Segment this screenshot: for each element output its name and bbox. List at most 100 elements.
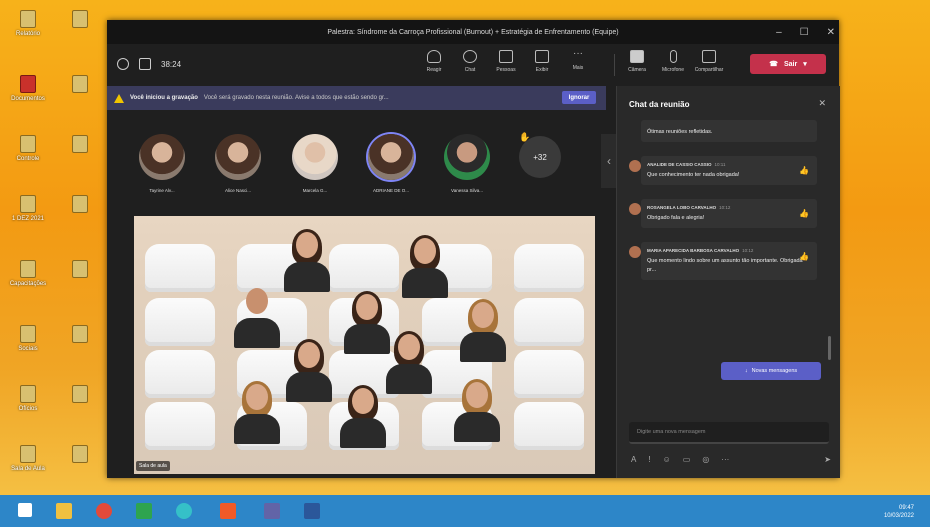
- gif-icon[interactable]: ▭: [683, 455, 691, 464]
- view-button[interactable]: Exibir: [527, 50, 557, 73]
- close-icon[interactable]: ✕: [827, 27, 835, 38]
- people-icon: [499, 50, 513, 63]
- dismiss-button[interactable]: Ignorar: [562, 91, 596, 104]
- desktop-icon[interactable]: Sala de Aula: [4, 445, 52, 472]
- video-participant: [286, 339, 332, 404]
- desktop-icon[interactable]: [56, 195, 104, 216]
- taskbar: 09:47 10/03/2022: [0, 495, 930, 527]
- participant-tile[interactable]: Vanessa Silva...: [442, 134, 492, 193]
- participant-strip: Tayrine Alv... Alice Nasci... Marcela G.…: [107, 110, 617, 218]
- sticker-icon[interactable]: ◎: [702, 455, 709, 464]
- participant-tile[interactable]: ADRIANE DE O...: [366, 134, 416, 193]
- meeting-toolbar: 38:24 Reagir Chat Pessoas Exibir ··· Mais…: [107, 44, 839, 86]
- grid-icon[interactable]: [139, 58, 151, 70]
- app-icon[interactable]: [136, 503, 152, 519]
- media-icon[interactable]: [220, 503, 236, 519]
- toolbar-divider: [614, 54, 615, 76]
- participant-tile[interactable]: Marcela G...: [290, 134, 340, 193]
- desktop-icon[interactable]: [56, 10, 104, 31]
- thumbs-up-icon[interactable]: 👍: [799, 166, 809, 175]
- desktop-icon[interactable]: 1 DEZ 2021: [4, 195, 52, 222]
- format-icon[interactable]: A: [631, 455, 636, 464]
- chrome-icon[interactable]: [96, 503, 112, 519]
- shield-icon[interactable]: [117, 58, 129, 70]
- teams-icon[interactable]: [264, 503, 280, 519]
- maximize-icon[interactable]: ☐: [800, 27, 809, 38]
- mic-button[interactable]: Microfone: [658, 50, 688, 73]
- window-title: Palestra: Síndrome da Carroça Profission…: [327, 28, 619, 36]
- desktop-icon[interactable]: Controle: [4, 135, 52, 162]
- camera-button[interactable]: Câmera: [622, 50, 652, 73]
- chat-message: Ótimas reuniões refletidas.: [641, 120, 817, 142]
- avatar: [444, 134, 490, 180]
- avatar: [629, 160, 641, 172]
- avatar: [629, 203, 641, 215]
- chat-icon: [463, 50, 477, 63]
- more-icon[interactable]: ···: [721, 455, 729, 464]
- thumbs-up-icon[interactable]: 👍: [799, 252, 809, 261]
- chat-scrollbar[interactable]: [828, 336, 831, 360]
- start-icon[interactable]: [18, 503, 32, 517]
- video-participant: [454, 379, 500, 444]
- leave-button[interactable]: ☎ Sair ▾: [750, 54, 826, 74]
- participant-tile[interactable]: Alice Nasci...: [213, 134, 263, 193]
- phone-icon: ☎: [769, 61, 778, 68]
- desktop-icon[interactable]: [56, 260, 104, 281]
- more-button[interactable]: ··· Mais: [563, 48, 593, 73]
- avatar: [215, 134, 261, 180]
- more-icon: ···: [573, 48, 583, 59]
- meeting-timer: 38:24: [161, 59, 182, 69]
- people-button[interactable]: Pessoas: [491, 50, 521, 73]
- desktop-icon[interactable]: [56, 75, 104, 96]
- chat-messages: Ótimas reuniões refletidas. ANALIDE DE C…: [627, 120, 817, 294]
- react-button[interactable]: Reagir: [419, 50, 449, 73]
- desktop-icon[interactable]: Ofícios: [4, 385, 52, 412]
- raised-hand-icon: ✋: [519, 132, 531, 142]
- chat-button[interactable]: Chat: [455, 50, 485, 73]
- emoji-icon[interactable]: ☺: [663, 455, 671, 464]
- chat-message: MARIA APARECIDA BARBOSA CARVALHO 10:12 Qu…: [629, 242, 817, 280]
- recording-banner: Você iniciou a gravação Você será gravad…: [107, 86, 606, 110]
- new-messages-button[interactable]: ↓ Novas mensagens: [721, 362, 821, 380]
- arrow-down-icon: ↓: [744, 368, 748, 374]
- mic-icon: [669, 50, 677, 63]
- explorer-icon[interactable]: [56, 503, 72, 519]
- attach-icon[interactable]: !: [648, 455, 650, 464]
- chat-message: ANALIDE DE CASSIO CASSIO 10:11 Que conhec…: [629, 156, 817, 185]
- desktop-icon[interactable]: [56, 135, 104, 156]
- chevron-down-icon[interactable]: ▾: [803, 60, 807, 68]
- send-icon[interactable]: ➤: [824, 455, 831, 464]
- avatar: [629, 246, 641, 258]
- desktop-icon[interactable]: Sociais: [4, 325, 52, 352]
- desktop-icon[interactable]: [56, 445, 104, 466]
- strip-nav-chevron-icon[interactable]: ‹: [601, 134, 617, 188]
- close-icon[interactable]: ✕: [818, 98, 826, 109]
- thumbs-up-icon[interactable]: 👍: [799, 209, 809, 218]
- minimize-icon[interactable]: –: [776, 27, 782, 38]
- title-bar: Palestra: Síndrome da Carroça Profission…: [107, 20, 839, 44]
- video-participant: [402, 235, 448, 300]
- chat-input[interactable]: Digite uma nova mensagem: [629, 422, 829, 444]
- desktop-icon[interactable]: Documentos: [4, 75, 52, 102]
- avatar: [139, 134, 185, 180]
- participant-tile[interactable]: Tayrine Alv...: [137, 134, 187, 193]
- camera-icon: [630, 50, 644, 63]
- avatar: [292, 134, 338, 180]
- desktop-icon[interactable]: [56, 385, 104, 406]
- share-icon: [702, 50, 716, 63]
- video-participant: [234, 288, 280, 350]
- desktop-icon[interactable]: Relatório: [4, 10, 52, 37]
- system-clock[interactable]: 09:47 10/03/2022: [884, 504, 914, 520]
- hand-icon: [427, 50, 441, 63]
- video-participant: [284, 229, 330, 294]
- main-video: Sala de aula: [134, 216, 595, 474]
- desktop-icon[interactable]: [56, 325, 104, 346]
- word-icon[interactable]: [304, 503, 320, 519]
- more-participants-button[interactable]: ✋ +32: [519, 132, 561, 178]
- video-participant: [386, 331, 432, 396]
- video-participant: [340, 385, 386, 450]
- warning-icon: [114, 93, 124, 103]
- share-button[interactable]: Compartilhar: [694, 50, 724, 73]
- desktop-icon[interactable]: Capacitações: [4, 260, 52, 287]
- edge-icon[interactable]: [176, 503, 192, 519]
